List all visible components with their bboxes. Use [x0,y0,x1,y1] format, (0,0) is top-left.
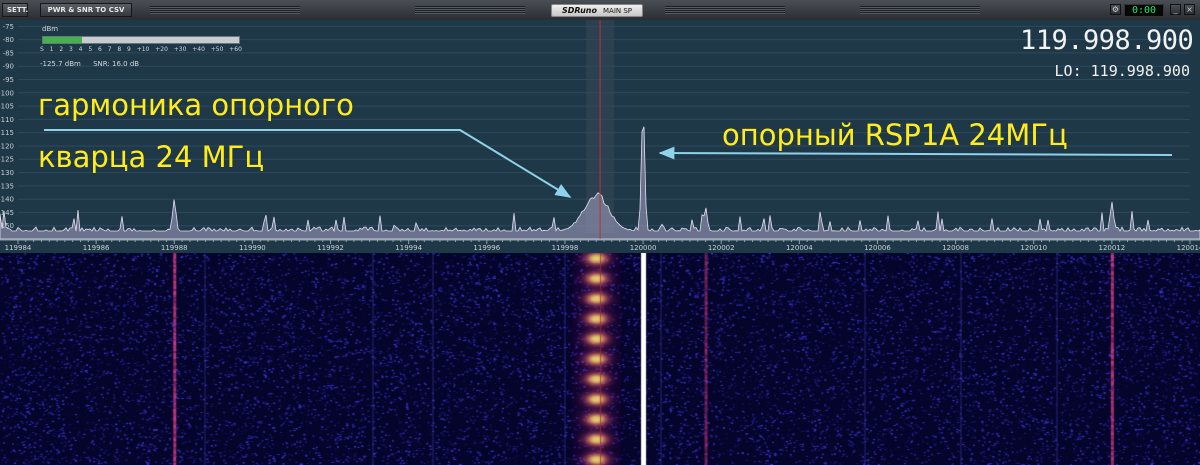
y-tick-label: -145 [0,209,14,217]
meter-fill [43,37,83,43]
meter-scale-label: S [40,46,44,53]
power-readout: -125.7 dBm [40,60,81,68]
x-tick-label: 120002 [708,244,735,252]
annotation-harmonic-line2: кварца 24 МГц [38,140,265,174]
x-tick-label: 120014 [1177,244,1200,252]
annotation-harmonic-line1: гармоника опорного [38,88,354,122]
meter-scale-label: 4 [78,46,83,53]
pwr-snr-to-csv-button[interactable]: PWR & SNR TO CSV [40,3,132,17]
meter-scale-label: 8 [117,46,122,53]
meter-scale-label: +30 [173,46,187,53]
x-tick-label: 120012 [1098,244,1125,252]
x-tick-label: 119984 [5,244,32,252]
sdruno-logo: SDRuno MAIN SP [551,4,643,17]
x-tick-label: 120000 [630,244,657,252]
meter-readout: -125.7 dBm SNR: 16.0 dB [40,60,149,68]
x-tick-label: 120010 [1020,244,1047,252]
meter-scale: S 1 2 3 4 5 6 7 8 9 +10 +20 +30 +40 +50 +60 [40,46,242,53]
meter-bar [42,36,240,44]
title-bar-grip [665,6,785,14]
panel-name: MAIN SP [602,7,633,15]
close-icon[interactable]: × [1184,4,1195,15]
snr-readout: SNR: 16.0 dB [93,60,140,68]
x-tick-label: 119986 [83,244,110,252]
y-tick-label: -95 [3,76,14,84]
y-tick-label: -120 [0,142,14,150]
y-tick-label: -140 [0,196,14,204]
spectrum-panel[interactable]: -75 -80 -85 -90 -95 -100 -105 -110 -115 -120 -125 -… [0,20,1200,253]
x-tick-label: 119998 [552,244,579,252]
frequency-display[interactable]: 119.998.900 [1020,26,1194,56]
title-bar-grip [860,6,980,14]
meter-unit: dBm [42,25,59,33]
x-tick-label: 119988 [161,244,188,252]
y-tick-label: -135 [0,182,14,190]
y-tick-label: -100 [0,89,14,97]
meter-scale-label: +10 [136,46,150,53]
y-tick-label: -90 [3,63,14,71]
meter-scale-label: +60 [229,46,242,53]
x-tick-label: 120004 [786,244,813,252]
arrow-to-reference [658,146,1173,160]
meter-scale-label: +50 [210,46,224,53]
meter-scale-label: 2 [59,46,64,53]
x-tick-label: 120008 [942,244,969,252]
x-tick-label: 119996 [473,244,500,252]
meter-scale-label: 5 [88,46,93,53]
y-tick-label: -105 [0,103,14,111]
y-tick-label: -150 [0,222,14,230]
y-tick-label: -115 [0,129,14,137]
y-tick-label: -110 [0,116,14,124]
lo-frequency-display: LO: 119.998.900 [1054,62,1190,80]
title-bar: SETT. PWR & SNR TO CSV SDRuno MAIN SP ⚙ 0… [0,0,1200,21]
meter-scale-label: +40 [192,46,205,53]
annotation-reference: опорный RSP1A 24МГц [722,118,1068,152]
meter-scale-label: +20 [155,46,168,53]
x-tick-label: 120006 [864,244,891,252]
settings-button[interactable]: SETT. [2,3,28,17]
x-tick-label: 119992 [317,244,344,252]
y-tick-label: -75 [3,23,14,31]
title-bar-grip [415,6,525,14]
x-tick-label: 119990 [239,244,266,252]
title-bar-grip [150,6,300,14]
clock-display: 0:00 [1124,4,1164,17]
meter-scale-label: 1 [49,46,54,53]
y-tick-label: -80 [3,36,14,44]
y-tick-label: -130 [0,169,14,177]
meter-scale-label: 7 [107,46,112,53]
minimize-icon[interactable]: _ [1170,4,1181,15]
settings-icon[interactable]: ⚙ [1110,4,1121,15]
logo-text: SDRuno [561,6,597,15]
meter-scale-label: 6 [98,46,102,53]
x-tick-label: 119994 [395,244,422,252]
waterfall-display[interactable] [0,253,1200,465]
y-tick-label: -85 [3,49,14,57]
meter-scale-label: 3 [69,46,73,53]
meter-scale-label: 9 [127,46,131,53]
y-tick-label: -125 [0,156,14,164]
